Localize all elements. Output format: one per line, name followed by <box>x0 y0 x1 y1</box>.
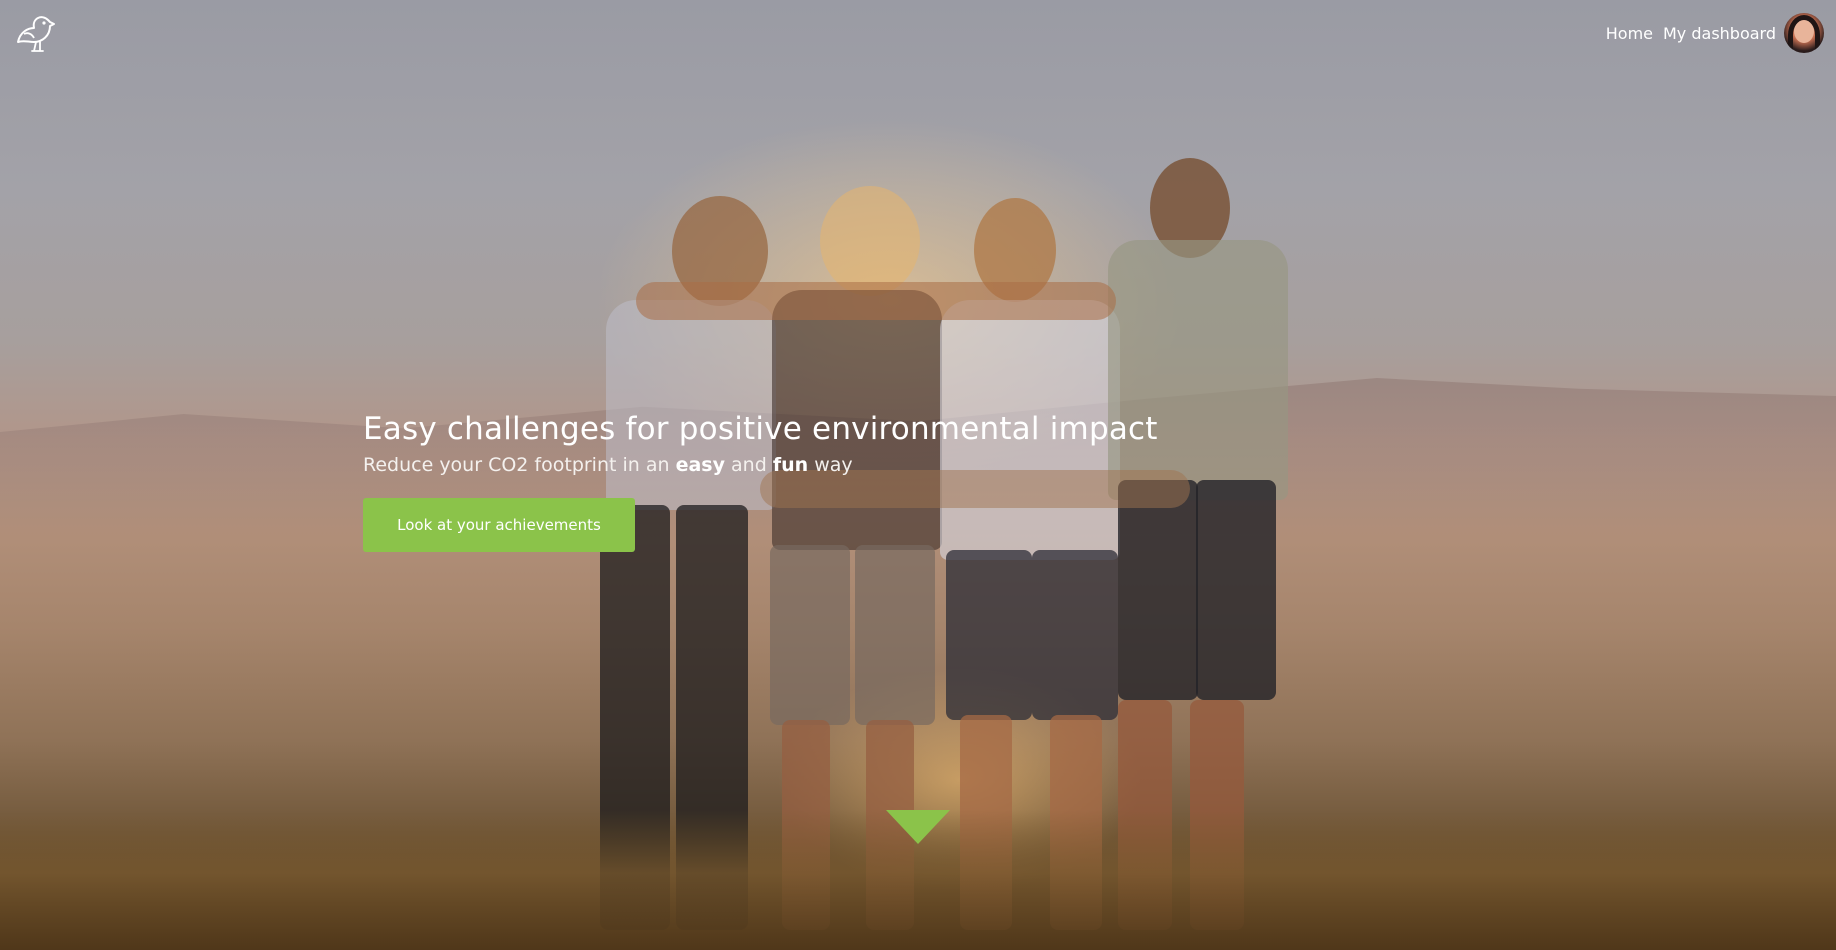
hero-headline: Easy challenges for positive environment… <box>363 411 1158 447</box>
subheadline-text: Reduce your CO2 footprint in an <box>363 454 676 476</box>
hero-content: Easy challenges for positive environment… <box>363 408 1263 552</box>
look-at-achievements-button[interactable]: Look at your achievements <box>363 498 635 552</box>
nav-link-home[interactable]: Home <box>1606 24 1653 43</box>
subheadline-text: way <box>808 454 853 476</box>
nav-link-my-dashboard[interactable]: My dashboard <box>1663 24 1776 43</box>
subheadline-emphasis-fun: fun <box>772 454 809 476</box>
navbar: Home My dashboard <box>0 0 1836 66</box>
hero-section: Home My dashboard Easy challenges for po… <box>0 0 1836 950</box>
user-avatar[interactable] <box>1784 13 1824 53</box>
scroll-down-arrow-icon[interactable] <box>886 810 950 844</box>
subheadline-emphasis-easy: easy <box>675 454 725 476</box>
subheadline-text: and <box>725 454 773 476</box>
nav-links: Home My dashboard <box>1596 12 1824 54</box>
hero-subheadline: Reduce your CO2 footprint in an easy and… <box>363 452 1263 478</box>
bird-logo-icon[interactable] <box>14 12 56 54</box>
